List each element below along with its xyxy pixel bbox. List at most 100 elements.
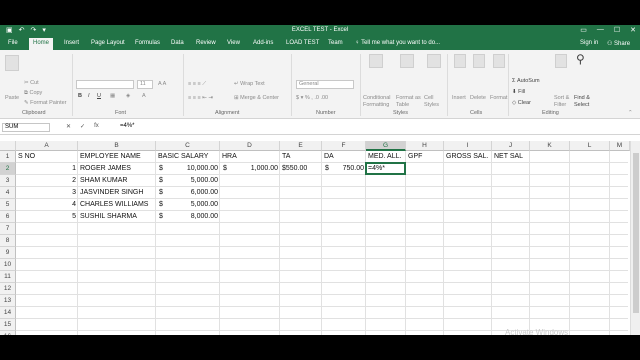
sort-filter-button[interactable]: Sort & Filter: [554, 95, 572, 109]
cell-F1[interactable]: DA: [324, 151, 334, 163]
close-icon[interactable]: ✕: [630, 26, 636, 34]
autosum-button[interactable]: Σ AutoSum: [512, 78, 540, 84]
cell-C1[interactable]: BASIC SALARY: [158, 151, 208, 163]
cell-D2[interactable]: 1,000.00: [220, 163, 278, 175]
formula-input[interactable]: =4%*: [120, 123, 135, 129]
cell-C5[interactable]: 5,000.00: [156, 199, 218, 211]
row-header-1[interactable]: 1: [0, 151, 16, 163]
cell-A2[interactable]: 1: [16, 163, 76, 175]
minimize-icon[interactable]: —: [597, 26, 604, 34]
conditional-formatting-button[interactable]: Conditional Formatting: [363, 95, 395, 109]
row-header-13[interactable]: 13: [0, 295, 16, 307]
cell-G2[interactable]: =4%*: [368, 163, 385, 175]
tab-page-layout[interactable]: Page Layout: [91, 40, 125, 46]
column-header-L[interactable]: L: [570, 141, 610, 151]
row-header-10[interactable]: 10: [0, 259, 16, 271]
format-painter-button[interactable]: ✎ Format Painter: [24, 100, 67, 106]
cell-C4[interactable]: 6,000.00: [156, 187, 218, 199]
cell-A6[interactable]: 5: [16, 211, 76, 223]
row-header-3[interactable]: 3: [0, 175, 16, 187]
tab-formulas[interactable]: Formulas: [135, 40, 160, 46]
italic-icon[interactable]: I: [88, 93, 90, 99]
cell-J1[interactable]: NET SAL: [494, 151, 523, 163]
cell-E1[interactable]: TA: [282, 151, 290, 163]
tell-me-box[interactable]: ♀ Tell me what you want to do...: [355, 40, 440, 46]
select-all-corner[interactable]: [0, 141, 16, 151]
row-header-16[interactable]: 16: [0, 331, 16, 335]
insert-function-icon[interactable]: fx: [94, 123, 99, 130]
align-top-icons[interactable]: ≡ ≡ ≡ ⟋: [188, 81, 206, 88]
maximize-icon[interactable]: ☐: [614, 26, 620, 34]
column-header-J[interactable]: J: [492, 141, 530, 151]
cell-A1[interactable]: S NO: [18, 151, 35, 163]
vertical-scrollbar[interactable]: [630, 141, 640, 335]
tab-data[interactable]: Data: [171, 40, 184, 46]
row-header-4[interactable]: 4: [0, 187, 16, 199]
row-header-15[interactable]: 15: [0, 319, 16, 331]
paste-button[interactable]: Paste: [5, 95, 19, 101]
insert-cells-button[interactable]: Insert: [452, 95, 466, 101]
column-header-C[interactable]: C: [156, 141, 220, 151]
cell-B2[interactable]: ROGER JAMES: [80, 163, 131, 175]
cell-C6[interactable]: 8,000.00: [156, 211, 218, 223]
underline-icon[interactable]: U: [97, 93, 101, 99]
tab-add-ins[interactable]: Add-ins: [253, 40, 273, 46]
cell-B1[interactable]: EMPLOYEE NAME: [80, 151, 141, 163]
column-header-H[interactable]: H: [406, 141, 444, 151]
font-size-box[interactable]: 11: [137, 80, 153, 89]
cell-A5[interactable]: 4: [16, 199, 76, 211]
row-header-11[interactable]: 11: [0, 271, 16, 283]
fill-button[interactable]: ⬇ Fill: [512, 89, 525, 95]
find-select-button[interactable]: Find & Select: [574, 95, 594, 109]
row-header-7[interactable]: 7: [0, 223, 16, 235]
share-button[interactable]: ⚇ Share: [607, 40, 630, 47]
cell-G1[interactable]: MED. ALL.: [368, 151, 401, 163]
column-header-K[interactable]: K: [530, 141, 570, 151]
cell-H1[interactable]: GPF: [408, 151, 422, 163]
format-cells-button[interactable]: Format: [490, 95, 507, 101]
conditional-formatting-icon[interactable]: [369, 54, 383, 68]
cell-F2[interactable]: 750.00: [322, 163, 364, 175]
column-header-B[interactable]: B: [78, 141, 156, 151]
format-cells-icon[interactable]: [493, 54, 505, 68]
cut-button[interactable]: ✂ Cut: [24, 80, 39, 86]
row-header-9[interactable]: 9: [0, 247, 16, 259]
merge-center-button[interactable]: ⊞ Merge & Center: [234, 95, 279, 101]
worksheet-grid[interactable]: ABCDEFGHIJKLM 12345678910111213141516 S …: [0, 135, 640, 335]
ribbon-display-icon[interactable]: ▭: [580, 26, 587, 34]
magnifier-icon[interactable]: ⚲: [576, 52, 585, 66]
cell-styles-button[interactable]: Cell Styles: [424, 95, 442, 109]
delete-cells-icon[interactable]: [473, 54, 485, 68]
tab-team[interactable]: Team: [328, 40, 343, 46]
cell-D1[interactable]: HRA: [222, 151, 237, 163]
scrollbar-thumb[interactable]: [633, 153, 639, 313]
column-header-E[interactable]: E: [280, 141, 322, 151]
number-format-icons[interactable]: $ ▾ % , .0 .00: [296, 95, 328, 101]
number-format-box[interactable]: General: [296, 80, 354, 89]
borders-icon[interactable]: ▦: [110, 93, 115, 99]
sort-filter-icon[interactable]: [555, 54, 567, 68]
delete-cells-button[interactable]: Delete: [470, 95, 486, 101]
tab-insert[interactable]: Insert: [64, 40, 79, 46]
format-as-table-button[interactable]: Format as Table: [396, 95, 422, 109]
row-header-8[interactable]: 8: [0, 235, 16, 247]
cell-styles-icon[interactable]: [427, 54, 441, 68]
insert-cells-icon[interactable]: [454, 54, 466, 68]
clear-button[interactable]: ◇ Clear: [512, 100, 531, 106]
wrap-text-button[interactable]: ↵ Wrap Text: [234, 81, 265, 87]
cell-C2[interactable]: 10,000.00: [156, 163, 218, 175]
cell-B4[interactable]: JASVINDER SINGH: [80, 187, 143, 199]
paste-icon[interactable]: [5, 55, 19, 71]
font-color-icon[interactable]: A: [142, 93, 146, 99]
column-header-D[interactable]: D: [220, 141, 280, 151]
enter-icon[interactable]: ✓: [80, 123, 85, 130]
cell-B3[interactable]: SHAM KUMAR: [80, 175, 127, 187]
cell-I1[interactable]: GROSS SAL.: [446, 151, 488, 163]
tab-load-test[interactable]: LOAD TEST: [286, 40, 319, 46]
column-header-M[interactable]: M: [610, 141, 630, 151]
bold-icon[interactable]: B: [78, 93, 82, 99]
column-header-A[interactable]: A: [16, 141, 78, 151]
fill-color-icon[interactable]: ◈: [126, 93, 130, 99]
row-header-14[interactable]: 14: [0, 307, 16, 319]
sign-in-link[interactable]: Sign in: [580, 40, 598, 46]
